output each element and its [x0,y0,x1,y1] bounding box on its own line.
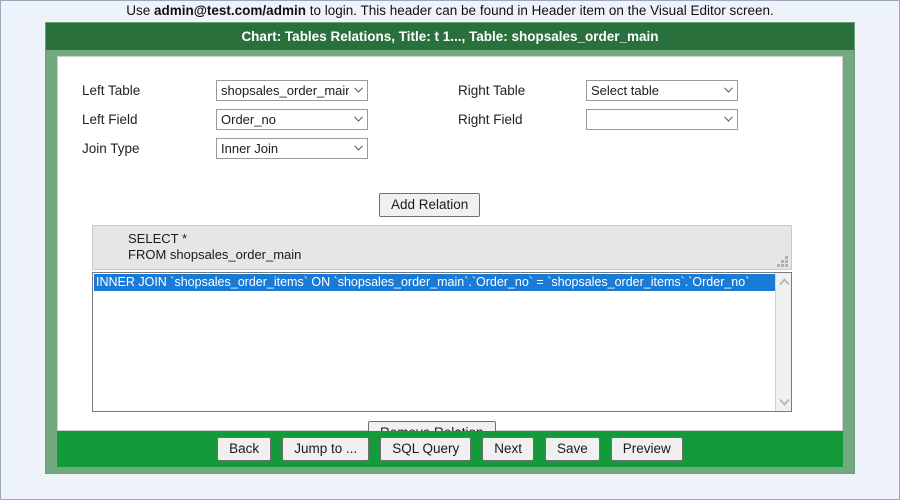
field-right-table: Right Table Select table [458,80,798,102]
right-field-label: Right Field [458,109,523,131]
right-table-select-wrap: Select table [586,80,738,101]
join-type-label: Join Type [82,138,140,160]
application-window: Chart: Tables Relations, Title: t 1..., … [45,22,855,474]
right-table-label: Right Table [458,80,525,102]
left-field-select-wrap: Order_no [216,109,368,130]
hint-prefix: Use [126,3,154,18]
sql-query-button[interactable]: SQL Query [380,437,471,461]
resize-grip-icon[interactable] [777,256,788,267]
left-field-select[interactable]: Order_no [216,109,368,130]
scroll-up-icon[interactable] [779,278,790,286]
content-panel: Left Table shopsales_order_main Left Fie… [57,56,843,431]
back-button[interactable]: Back [217,437,271,461]
right-table-select[interactable]: Select table [586,80,738,101]
sql-preview-panel: SELECT * FROM shopsales_order_main [92,225,792,270]
preview-button[interactable]: Preview [611,437,683,461]
window-titlebar: Chart: Tables Relations, Title: t 1..., … [46,23,854,50]
relations-scrollbar[interactable] [775,273,791,411]
jump-to-button[interactable]: Jump to ... [282,437,369,461]
relation-form: Left Table shopsales_order_main Left Fie… [58,57,844,167]
sql-preview-text: SELECT * FROM shopsales_order_main [128,231,301,263]
join-type-select-wrap: Inner Join [216,138,368,159]
footer-button-group: Back Jump to ... SQL Query Next Save Pre… [57,431,843,467]
right-field-select-wrap [586,109,738,130]
left-table-select[interactable]: shopsales_order_main [216,80,368,101]
field-right-field: Right Field [458,109,798,131]
footer-bar: Back Jump to ... SQL Query Next Save Pre… [57,431,843,467]
left-table-label: Left Table [82,80,140,102]
hint-credentials: admin@test.com/admin [154,3,306,18]
next-button[interactable]: Next [482,437,534,461]
field-left-field: Left Field Order_no [82,109,412,131]
save-button[interactable]: Save [545,437,600,461]
join-type-select[interactable]: Inner Join [216,138,368,159]
right-field-select[interactable] [586,109,738,130]
scroll-down-icon[interactable] [779,398,790,406]
left-table-select-wrap: shopsales_order_main [216,80,368,101]
field-join-type: Join Type Inner Join [82,138,412,160]
left-field-label: Left Field [82,109,138,131]
list-item[interactable]: INNER JOIN `shopsales_order_items` ON `s… [94,274,776,291]
relations-listbox[interactable]: INNER JOIN `shopsales_order_items` ON `s… [92,272,792,412]
field-left-table: Left Table shopsales_order_main [82,80,412,102]
header-hint-text: Use admin@test.com/admin to login. This … [0,0,900,22]
add-relation-button[interactable]: Add Relation [379,193,480,217]
hint-suffix: to login. This header can be found in He… [306,3,774,18]
